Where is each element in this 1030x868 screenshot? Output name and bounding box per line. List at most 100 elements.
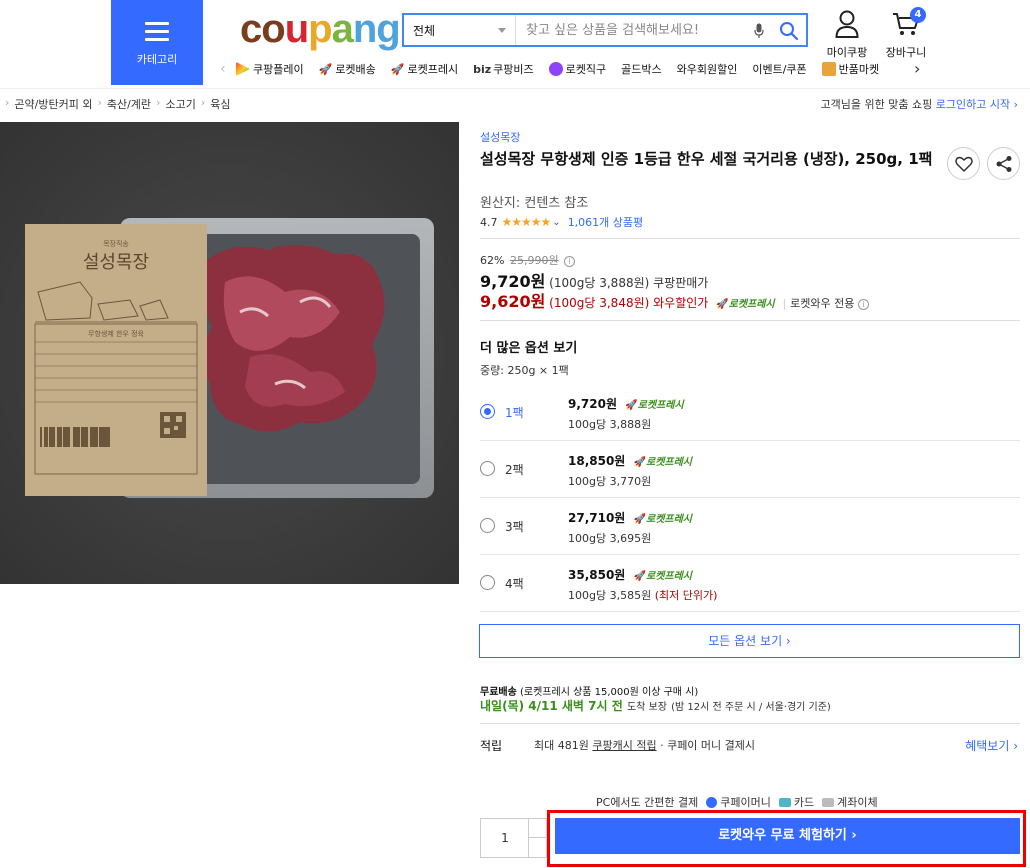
star-rating-icon: ★★★★★ xyxy=(501,215,552,229)
sub-navigation: ‹ 쿠팡플레이 🚀 로켓배송 🚀 로켓프레시 biz 쿠팡비즈 로켓직구 골드박스 와… xyxy=(220,59,920,79)
free-shipping-info: 무료배송 (로켓프레시 상품 15,000원 이상 구매 시) xyxy=(480,687,699,698)
category-button[interactable]: 카테고리 xyxy=(111,0,203,85)
option-quantity: 2팩 xyxy=(505,463,524,477)
option-radio[interactable] xyxy=(480,404,495,419)
subnav-item-coupang-biz[interactable]: biz 쿠팡비즈 xyxy=(473,61,534,77)
wow-price: 9,620원 xyxy=(480,292,546,311)
payment-method-card: 카드 xyxy=(778,794,814,810)
payment-heading: PC에서도 간편한 결제 xyxy=(596,796,699,809)
payment-method-coupay: 쿠페이머니 xyxy=(706,794,771,810)
chevron-left-icon[interactable]: ‹ xyxy=(220,61,236,77)
divider xyxy=(480,238,1020,239)
arrival-date: 내일(목) 4/11 새벽 7시 전 xyxy=(480,699,623,713)
review-count-link[interactable]: 1,061개 상품평 xyxy=(568,214,643,230)
share-button[interactable] xyxy=(987,147,1020,180)
option-price: 18,850원 🚀로켓프레시 xyxy=(568,454,692,468)
product-image[interactable]: 목장직송 설성목장 무항생제 한우 정육 xyxy=(0,122,459,584)
quantity-decrease-button[interactable] xyxy=(528,838,546,857)
subnav-item-wow-discount[interactable]: 와우회원할인 xyxy=(677,61,738,77)
divider xyxy=(480,723,1020,724)
search-input[interactable] xyxy=(516,15,748,45)
breadcrumb-item[interactable]: 소고기 xyxy=(165,96,195,112)
brand-link[interactable]: 설성목장 xyxy=(480,129,520,145)
search-scope-select[interactable]: 전체 xyxy=(404,15,516,45)
mic-icon[interactable] xyxy=(748,15,772,45)
cart-button[interactable]: 4 장바구니 xyxy=(882,7,930,60)
quantity-increase-button[interactable] xyxy=(528,819,546,838)
option-radio[interactable] xyxy=(480,461,495,476)
rocket-fresh-icon: 🚀 xyxy=(633,457,646,468)
favorite-button[interactable] xyxy=(947,147,980,180)
chevron-right-icon[interactable]: › xyxy=(914,59,920,78)
breadcrumb-item[interactable]: 축산/계란 xyxy=(107,96,151,112)
subnav-item-coupang-play[interactable]: 쿠팡플레이 xyxy=(236,61,304,77)
option-unit-price: 100g당 3,695원 xyxy=(568,532,652,545)
option-row-1pack[interactable]: 1팩 9,720원 🚀로켓프레시 100g당 3,888원 xyxy=(480,384,1020,441)
rocket-fresh-icon: 🚀 xyxy=(390,62,405,76)
global-icon xyxy=(548,62,563,76)
wow-only-text: 로켓와우 전용 xyxy=(790,297,855,310)
arrival-condition: (밤 12시 전 주문 시 / 서울·경기 기준) xyxy=(671,702,831,713)
breadcrumb: › 곤약/방탄커피 외 › 축산/계란 › 소고기 › 육심 xyxy=(5,96,231,112)
subnav-item-rocket-global[interactable]: 로켓직구 xyxy=(548,61,606,77)
breadcrumb-item[interactable]: 육심 xyxy=(210,96,230,112)
info-icon[interactable]: i xyxy=(564,255,576,267)
login-link[interactable]: 로그인하고 시작 › xyxy=(936,98,1018,111)
return-icon xyxy=(821,62,836,76)
original-price: 25,990원 xyxy=(509,254,559,267)
caret-down-icon xyxy=(498,28,506,33)
subnav-item-goldbox[interactable]: 골드박스 xyxy=(621,61,661,77)
subnav-item-return-market[interactable]: 반품마켓 xyxy=(821,61,879,77)
wow-price-row: 9,620원 (100g당 3,848원) 와우할인가 🚀로켓프레시 | 로켓와우… xyxy=(480,288,869,312)
option-quantity: 4팩 xyxy=(505,577,524,591)
menu-icon xyxy=(145,22,169,46)
quantity-stepper xyxy=(480,818,547,858)
subnav-item-events[interactable]: 이벤트/쿠폰 xyxy=(752,61,806,77)
coupang-cash-link[interactable]: 쿠팡캐시 적립 xyxy=(592,739,656,752)
rating-summary: 4.7 ★★★★★ ⌄ 1,061개 상품평 xyxy=(480,214,643,230)
rocket-fresh-icon: 🚀 xyxy=(633,514,646,525)
rocket-fresh-icon: 🚀 xyxy=(633,571,646,582)
arrival-info: 내일(목) 4/11 새벽 7시 전 도착 보장 (밤 12시 전 주문 시 /… xyxy=(480,697,831,714)
rocket-fresh-badge: 🚀로켓프레시 xyxy=(633,514,692,525)
option-unit-price: 100g당 3,770원 xyxy=(568,475,652,488)
rocket-wow-trial-button[interactable]: 로켓와우 무료 체험하기 › xyxy=(555,818,1020,854)
option-radio[interactable] xyxy=(480,518,495,533)
breadcrumb-item[interactable]: 곤약/방탄커피 외 xyxy=(14,96,92,112)
subnav-item-rocket-delivery[interactable]: 🚀 로켓배송 xyxy=(319,61,376,77)
benefit-link[interactable]: 혜택보기 › xyxy=(965,737,1018,754)
info-icon[interactable]: i xyxy=(857,298,869,310)
origin-text: 원산지: 컨텐츠 참조 xyxy=(480,196,589,211)
option-radio[interactable] xyxy=(480,575,495,590)
subnav-item-rocket-fresh[interactable]: 🚀 로켓프레시 xyxy=(391,61,458,77)
rocket-fresh-icon: 🚀 xyxy=(716,299,729,310)
option-row-3pack[interactable]: 3팩 27,710원 🚀로켓프레시 100g당 3,695원 xyxy=(480,498,1020,555)
search-bar: 전체 xyxy=(402,13,808,47)
discount-info: 62% 25,990원 i xyxy=(480,252,576,268)
option-row-4pack[interactable]: 4팩 35,850원 🚀로켓프레시 100g당 3,585원 (최저 단위가) xyxy=(480,555,1020,612)
option-price: 27,710원 🚀로켓프레시 xyxy=(568,511,692,525)
coupang-logo[interactable]: coupang xyxy=(240,5,401,53)
rocket-fresh-badge: 🚀로켓프레시 xyxy=(633,571,692,582)
product-photo-illustration: 목장직송 설성목장 무항생제 한우 정육 xyxy=(0,122,459,584)
more-options-heading: 더 많은 옵션 보기 xyxy=(480,341,578,356)
mycoupang-button[interactable]: 마이쿠팡 xyxy=(826,10,868,60)
search-button[interactable] xyxy=(772,15,806,45)
discount-rate: 62% xyxy=(480,254,505,267)
all-options-button[interactable]: 모든 옵션 보기 › xyxy=(479,624,1020,658)
weight-spec: 중량: 250g × 1팩 xyxy=(480,364,569,377)
option-quantity: 3팩 xyxy=(505,520,524,534)
points-info: 최대 481원 쿠팡캐시 적립 · 쿠페이 머니 결제시 xyxy=(534,739,756,752)
quantity-input[interactable] xyxy=(481,819,529,857)
bank-icon xyxy=(822,797,835,807)
svg-text:목장직송: 목장직송 xyxy=(103,239,129,248)
option-unit-price: 100g당 3,585원 (최저 단위가) xyxy=(568,589,718,602)
product-title: 설성목장 무항생제 인증 1등급 한우 세절 국거리용 (냉장), 250g, … xyxy=(480,150,933,168)
option-row-2pack[interactable]: 2팩 18,850원 🚀로켓프레시 100g당 3,770원 xyxy=(480,441,1020,498)
wow-price-label: 와우할인가 xyxy=(653,296,709,310)
option-price: 35,850원 🚀로켓프레시 xyxy=(568,568,692,582)
play-icon xyxy=(236,62,250,76)
rocket-fresh-badge: 🚀로켓프레시 xyxy=(716,299,775,310)
option-quantity: 1팩 xyxy=(505,406,524,420)
chevron-down-icon[interactable]: ⌄ xyxy=(552,217,560,228)
